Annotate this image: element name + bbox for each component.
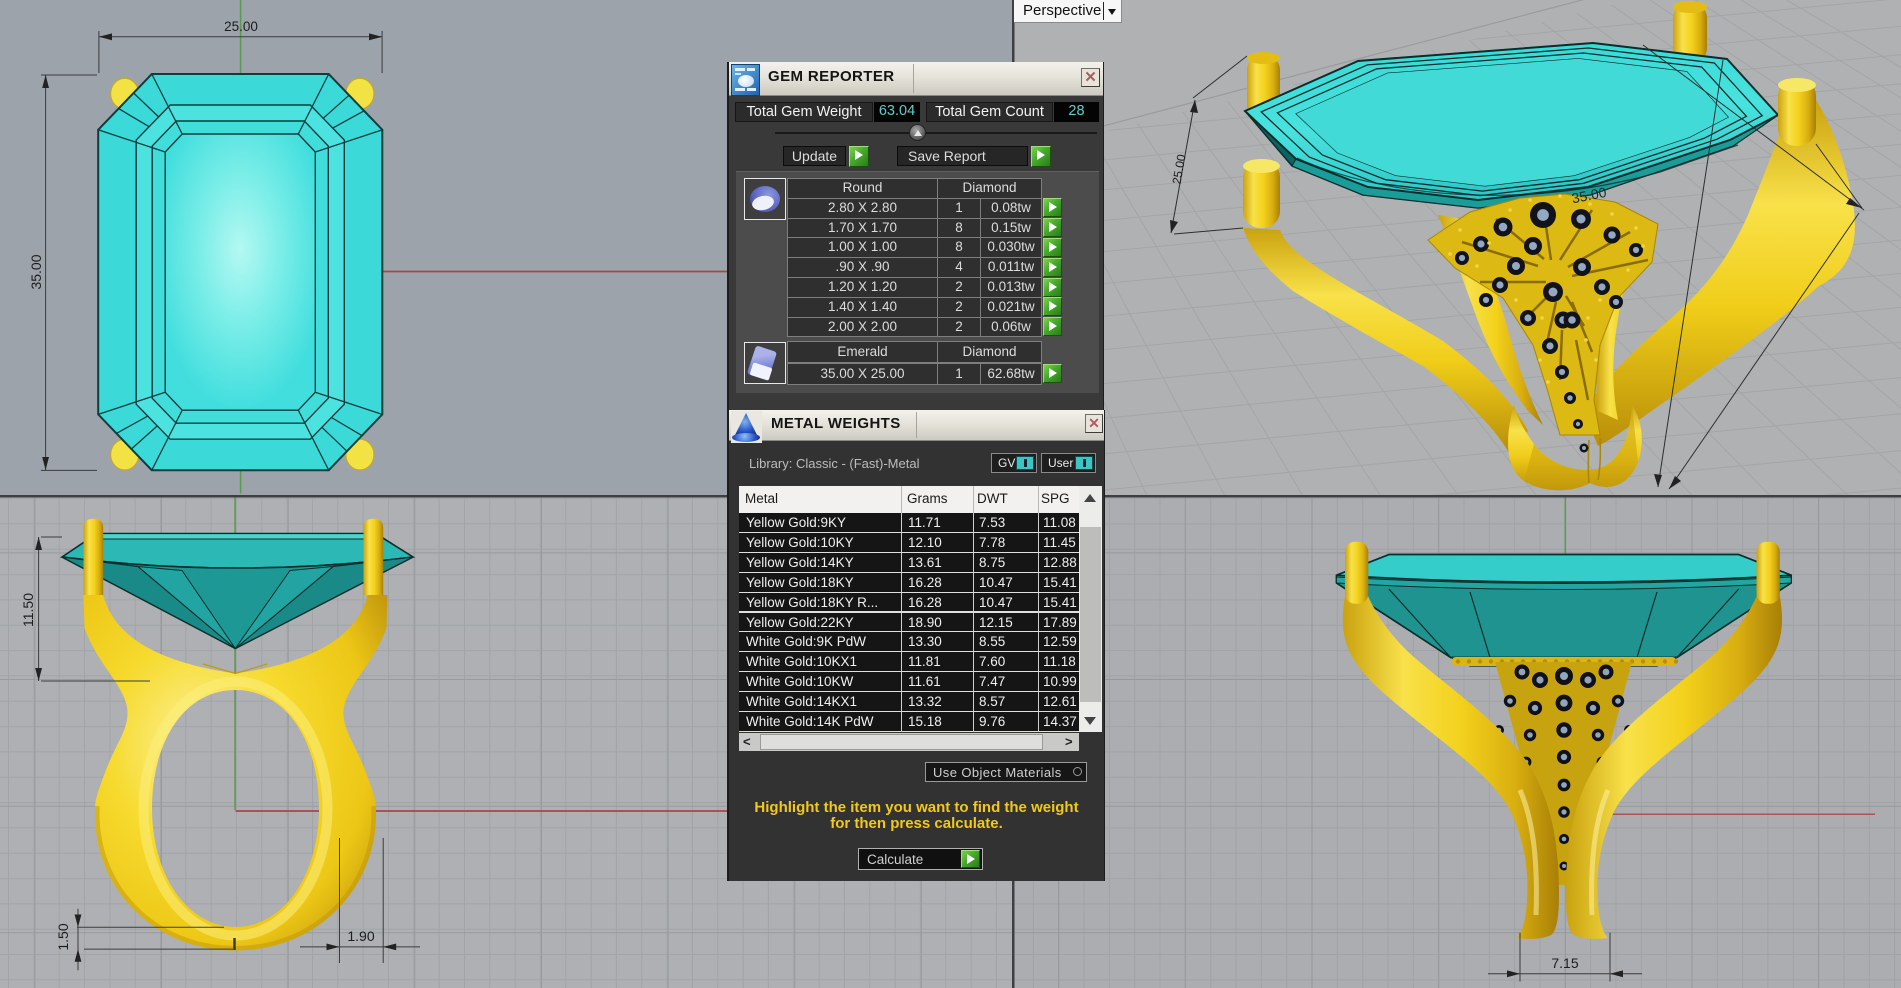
svg-text:1.50: 1.50 [55,923,71,950]
svg-text:1.90: 1.90 [347,928,374,944]
svg-text:11.50: 11.50 [20,593,36,627]
svg-text:25.00: 25.00 [224,19,258,34]
svg-text:35.00: 35.00 [28,254,44,289]
svg-text:7.15: 7.15 [1551,955,1578,971]
